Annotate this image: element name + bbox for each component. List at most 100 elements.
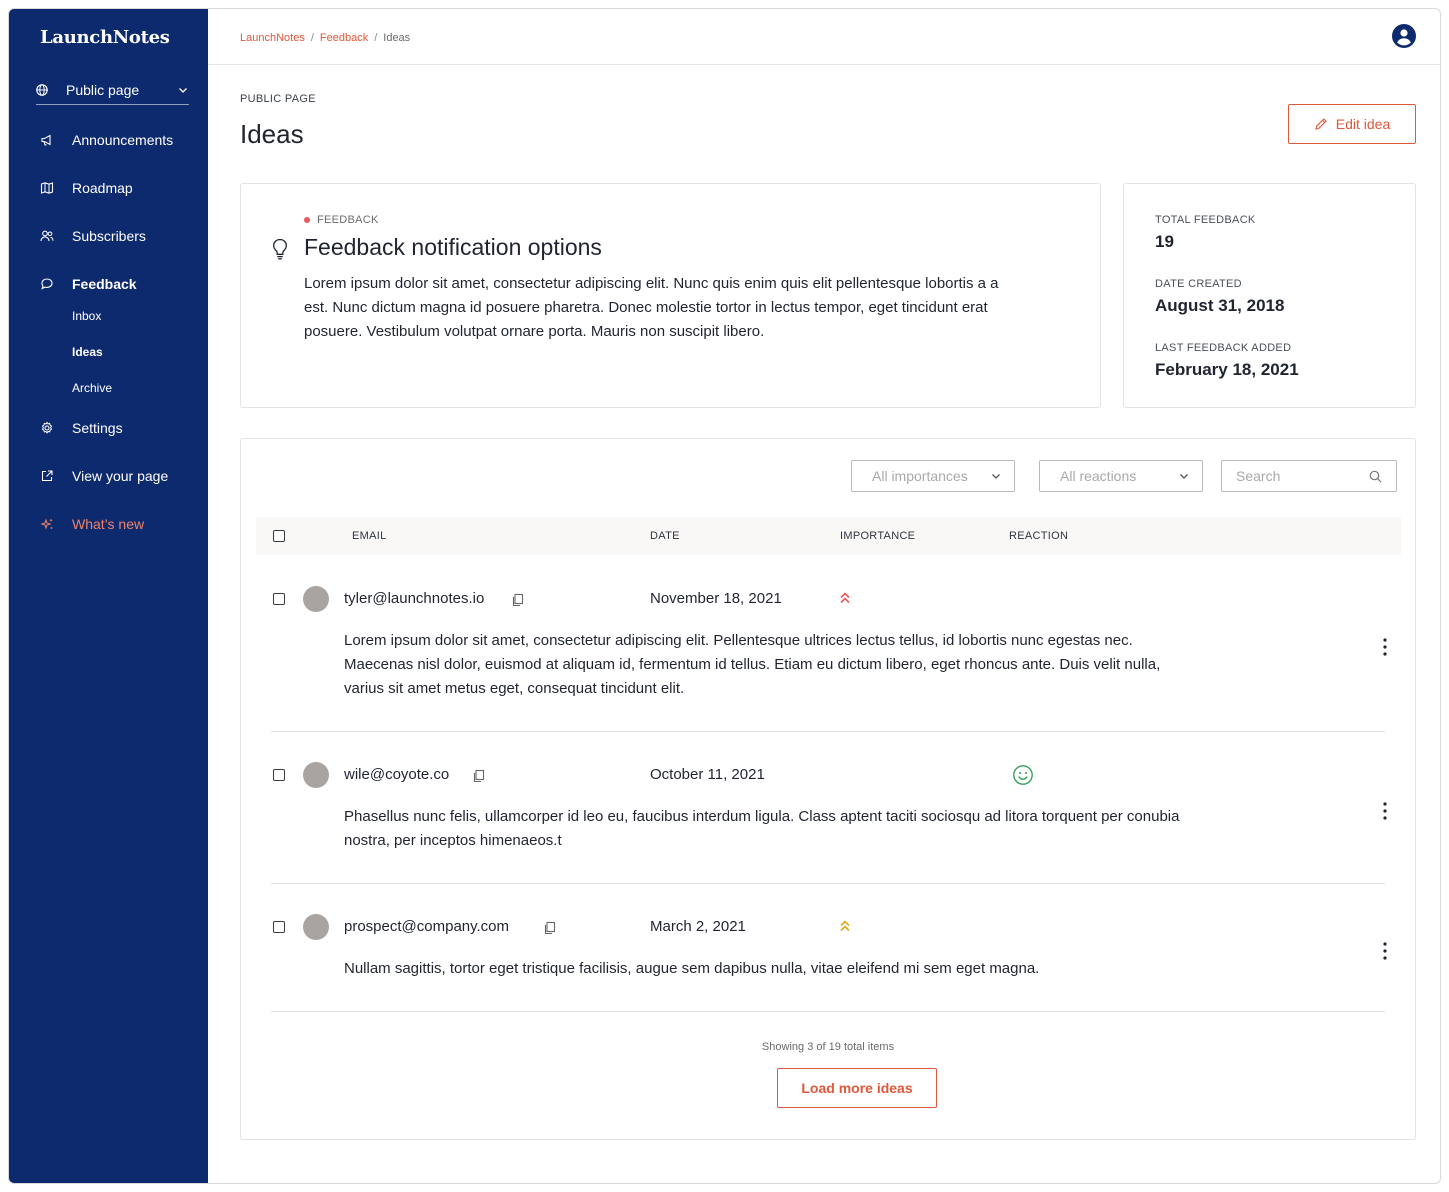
logo[interactable]: LaunchNotes: [40, 27, 170, 48]
sidebar-item-label: Feedback: [72, 276, 137, 292]
users-icon: [40, 229, 54, 243]
sparkle-icon: [40, 517, 54, 531]
sidebar-item-settings[interactable]: Settings: [40, 416, 123, 440]
pagination-shown: 3: [807, 1041, 814, 1053]
gear-icon: [40, 421, 54, 435]
select-all-checkbox[interactable]: [273, 530, 285, 542]
search-icon[interactable]: [1369, 470, 1382, 483]
idea-tag-label: FEEDBACK: [317, 214, 379, 226]
row-email: prospect@company.com: [344, 918, 510, 935]
sidebar-item-subscribers[interactable]: Subscribers: [40, 224, 146, 248]
stat-total-feedback: TOTAL FEEDBACK 19: [1155, 214, 1256, 252]
sidebar-item-announcements[interactable]: Announcements: [40, 128, 173, 152]
sidebar-item-label: Roadmap: [72, 180, 133, 196]
stat-value: August 31, 2018: [1155, 296, 1285, 315]
sidebar-item-whats-new[interactable]: What’s new: [40, 512, 144, 536]
status-dot: [304, 217, 310, 223]
chevron-down-icon: [179, 87, 187, 93]
search-input[interactable]: [1236, 468, 1369, 484]
sidebar-subitem-archive[interactable]: Archive: [72, 379, 112, 397]
breadcrumb-separator: /: [310, 32, 314, 44]
row-checkbox[interactable]: [273, 769, 285, 781]
search-box: [1221, 460, 1397, 492]
sidebar-subitem-ideas[interactable]: Ideas: [72, 343, 103, 361]
user-account-icon[interactable]: [1392, 24, 1416, 48]
sidebar: LaunchNotes Public page Announcements Ro…: [9, 9, 208, 1183]
row-email: tyler@launchnotes.io: [344, 590, 485, 607]
sidebar-item-label: Announcements: [72, 132, 174, 148]
chevron-down-icon: [1180, 474, 1188, 479]
column-header-reaction[interactable]: REACTION: [1009, 530, 1068, 542]
sidebar-item-label: View your page: [72, 468, 169, 484]
row-feedback-text: Phasellus nunc felis, ullamcorper id leo…: [344, 808, 1180, 849]
stats-card: TOTAL FEEDBACK 19 DATE CREATED August 31…: [1123, 183, 1416, 408]
stat-value: 19: [1155, 232, 1174, 251]
importance-filter[interactable]: All importances: [851, 460, 1015, 492]
more-vertical-icon[interactable]: [1379, 941, 1391, 961]
table-row: tyler@launchnotes.io November 18, 2021 L…: [271, 555, 1387, 732]
idea-tag: FEEDBACK: [304, 214, 379, 226]
copy-icon[interactable]: [511, 593, 525, 607]
pencil-icon: [1315, 118, 1327, 130]
avatar: [303, 914, 329, 940]
copy-icon[interactable]: [472, 769, 486, 783]
sidebar-item-label: What’s new: [72, 516, 145, 532]
row-feedback-text: Nullam sagittis, tortor eget tristique f…: [344, 960, 1040, 977]
load-more-button[interactable]: Load more ideas: [777, 1068, 937, 1108]
table-header: EMAIL DATE IMPORTANCE REACTION: [256, 517, 1401, 555]
stat-last-feedback: LAST FEEDBACK ADDED February 18, 2021: [1155, 342, 1299, 380]
top-bar: LaunchNotes / Feedback / Ideas: [208, 9, 1440, 65]
feedback-table-card: All importances All reactions EMAIL DATE…: [240, 438, 1416, 1140]
sidebar-item-feedback[interactable]: Feedback: [40, 272, 137, 296]
row-divider: [271, 1011, 1385, 1012]
stat-label: DATE CREATED: [1155, 278, 1242, 290]
page-eyebrow: PUBLIC PAGE: [240, 93, 316, 105]
row-checkbox[interactable]: [273, 593, 285, 605]
pagination-prefix: Showing: [761, 1041, 805, 1053]
stat-value: February 18, 2021: [1155, 360, 1299, 379]
sidebar-subitem-inbox[interactable]: Inbox: [72, 307, 101, 325]
megaphone-icon: [40, 133, 54, 147]
chevron-down-icon: [992, 474, 1000, 479]
table-row: prospect@company.com March 2, 2021 Nulla…: [271, 884, 1387, 1012]
importance-filter-value: All importances: [872, 468, 968, 484]
idea-title: Feedback notification options: [304, 234, 602, 260]
row-date: March 2, 2021: [650, 918, 746, 935]
stat-date-created: DATE CREATED August 31, 2018: [1155, 278, 1284, 316]
double-chevron-up-icon: [840, 592, 850, 604]
edit-idea-label: Edit idea: [1335, 116, 1391, 132]
column-header-email[interactable]: EMAIL: [352, 530, 387, 542]
breadcrumb-link-feedback[interactable]: Feedback: [320, 32, 368, 44]
column-header-importance[interactable]: IMPORTANCE: [840, 530, 915, 542]
edit-idea-button[interactable]: Edit idea: [1288, 104, 1416, 144]
chat-bubble-icon: [40, 277, 54, 291]
more-vertical-icon[interactable]: [1379, 637, 1391, 657]
copy-icon[interactable]: [543, 921, 557, 935]
avatar: [303, 586, 329, 612]
sidebar-item-label: Subscribers: [72, 228, 146, 244]
pagination-suffix: total items: [843, 1041, 895, 1053]
pagination-summary: Showing 3 of 19 total items: [241, 1041, 1415, 1053]
row-date: October 11, 2021: [650, 766, 765, 783]
breadcrumb-link-launchnotes[interactable]: LaunchNotes: [240, 32, 305, 44]
lightbulb-icon: [273, 238, 287, 260]
workspace-label: Public page: [66, 81, 140, 98]
pagination-of: of: [816, 1041, 826, 1053]
column-header-date[interactable]: DATE: [650, 530, 680, 542]
reaction-filter[interactable]: All reactions: [1039, 460, 1203, 492]
workspace-select[interactable]: Public page: [36, 75, 189, 105]
map-icon: [40, 181, 54, 195]
external-link-icon: [40, 469, 54, 483]
row-feedback-text: Lorem ipsum dolor sit amet, consectetur …: [344, 632, 1161, 697]
sidebar-item-view-page[interactable]: View your page: [40, 464, 168, 488]
double-chevron-up-icon: [840, 920, 850, 932]
sidebar-item-roadmap[interactable]: Roadmap: [40, 176, 133, 200]
breadcrumb: LaunchNotes / Feedback / Ideas: [240, 32, 410, 44]
more-vertical-icon[interactable]: [1379, 801, 1391, 821]
row-email: wile@coyote.co: [344, 766, 450, 783]
row-checkbox[interactable]: [273, 921, 285, 933]
row-date: November 18, 2021: [650, 590, 782, 607]
pagination-total: 19: [828, 1041, 841, 1053]
reaction-filter-value: All reactions: [1060, 468, 1137, 484]
breadcrumb-separator: /: [374, 32, 378, 44]
